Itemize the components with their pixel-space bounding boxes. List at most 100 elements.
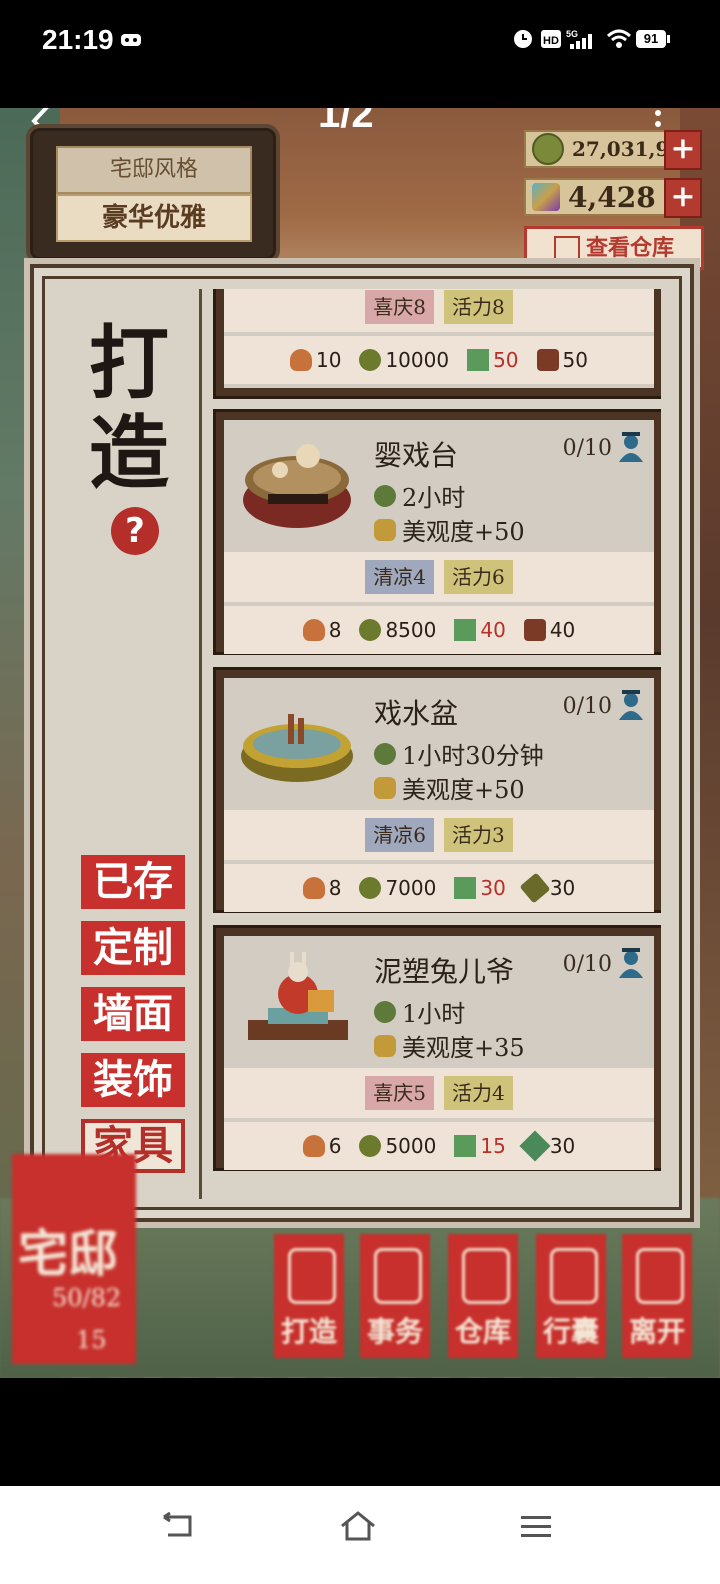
cost-coin-value: 7000 [385,876,437,900]
cost-worker: 8 [302,876,342,900]
cost-row: 8 8500 40 40 [224,606,654,654]
craft-button[interactable]: 打造 [274,1234,344,1358]
tag-vitality: 活力3 [444,818,513,852]
crafting-panel: 打 造 ? 已存 定制 墙面 装饰 家具 喜庆8 活力8 10 10000 50… [30,264,694,1222]
cost-coin: 7000 [359,876,436,900]
warehouse-button[interactable]: 仓库 [448,1234,518,1358]
cost-worker-value: 10 [316,348,342,372]
tab-custom[interactable]: 定制 [81,921,185,975]
cost-material: 30 [519,872,575,904]
cost-worker: 8 [302,618,341,642]
home-icon [341,1511,375,1541]
list-item-card[interactable]: 泥塑兔儿爷 0/10 1小时 美观度+35 喜庆5 活力4 6 5000 15 [213,925,661,1171]
beauty-icon [374,518,396,541]
status-time: 21:19 [42,24,114,55]
leave-label: 离开 [628,1315,685,1348]
nav-back-button[interactable] [158,1510,198,1550]
item-name: 戏水盆 [374,697,459,730]
estate-title: 宅邸 [18,1224,118,1283]
list-item-partial[interactable]: 喜庆8 活力8 10 10000 50 50 [213,289,661,399]
blueprint-icon [454,877,477,899]
cost-row: 6 5000 15 30 [224,1122,654,1170]
cost-coin: 8500 [359,618,436,642]
clock-icon [374,1000,396,1023]
worker-assign-icon[interactable] [616,430,646,464]
game-controller-icon [120,28,142,50]
tag-vitality: 活力6 [444,560,513,594]
tags-row: 清凉6 活力3 [224,810,654,860]
craft-time-value: 1小时 [402,1000,466,1028]
craft-time-value: 1小时30分钟 [402,742,544,770]
alarm-icon [512,28,534,50]
coin-icon [359,1135,382,1157]
help-button[interactable]: ? [111,507,159,555]
tab-wall[interactable]: 墙面 [81,987,185,1041]
leave-button[interactable]: 离开 [622,1234,692,1358]
item-count: 0/10 [562,952,612,977]
panel-title-char-2: 造 [89,406,169,500]
tag-joy: 喜庆8 [365,290,434,324]
worker-icon [302,1135,325,1157]
worker-assign-icon[interactable] [616,946,646,980]
cost-worker-value: 8 [328,876,342,900]
cost-coin-value: 8500 [385,618,437,642]
category-sidebar: 打 造 ? 已存 定制 墙面 装饰 家具 [59,289,202,1199]
list-item-card[interactable]: 婴戏台 0/10 2小时 美观度+50 清凉4 活力6 8 8500 40 40 [213,409,661,655]
beauty-value: 美观度+50 [402,776,525,804]
cost-blueprint-value: 40 [480,618,506,642]
estate-style-sign: 宅邸风格 豪华优雅 [26,124,280,264]
gem-counter: 4,428 + [524,178,702,218]
cost-coin-value: 10000 [385,348,450,372]
nav-menu-button[interactable] [516,1510,556,1550]
beauty-icon [374,776,396,799]
clock-icon [374,484,396,507]
coin-icon [532,133,564,165]
tag-vitality: 活力8 [444,290,513,324]
beauty-icon [374,1034,396,1057]
affairs-label: 事务 [366,1315,423,1348]
add-gems-button[interactable]: + [664,178,702,218]
worker-icon [302,877,325,899]
item-name: 婴戏台 [374,439,459,472]
clock-icon [374,742,396,765]
estate-badge[interactable]: 宅邸 50/82 15 [12,1154,136,1364]
cost-blueprint: 50 [467,348,519,372]
nav-home-button[interactable] [338,1510,378,1550]
item-list[interactable]: 喜庆8 活力8 10 10000 50 50 婴戏台 0/10 2小时 美观度+… [207,289,661,1199]
blueprint-icon [467,349,490,371]
add-coins-button[interactable]: + [664,130,702,170]
craft-time: 1小时 [374,994,465,1029]
item-count: 0/10 [562,694,612,719]
cost-wood-value: 50 [562,348,588,372]
tab-decoration[interactable]: 装饰 [81,1053,185,1107]
cost-worker: 10 [290,348,341,372]
cost-blueprint-value: 50 [493,348,519,372]
beauty-value: 美观度+35 [402,1034,525,1062]
wood-logs-icon [536,349,559,371]
list-item-card[interactable]: 戏水盆 0/10 1小时30分钟 美观度+50 清凉6 活力3 8 7000 3… [213,667,661,913]
craft-icon [288,1248,336,1304]
battery-icon: 91 [636,28,670,50]
cost-material: 40 [523,618,575,642]
beauty-stat: 美观度+50 [374,770,525,805]
tab-saved[interactable]: 已存 [81,855,185,909]
warehouse-icon [462,1248,510,1304]
worker-assign-icon[interactable] [616,688,646,722]
warehouse-label: 仓库 [454,1315,511,1348]
more-vertical-icon [655,110,661,127]
bag-button[interactable]: 行囊 [536,1234,606,1358]
blueprint-icon [454,1135,477,1157]
cost-blueprint: 15 [454,1134,506,1158]
bag-icon [550,1248,598,1304]
cost-coin: 10000 [359,348,449,372]
hd-icon: HD [540,28,562,50]
svg-text:HD: HD [543,35,559,47]
craft-time: 2小时 [374,478,465,513]
affairs-button[interactable]: 事务 [360,1234,430,1358]
cost-coin: 5000 [359,1134,436,1158]
bamboo-tube-icon [519,872,551,904]
style-value: 豪华优雅 [56,194,252,242]
worker-icon [302,619,325,641]
tags-row: 喜庆5 活力4 [224,1068,654,1118]
gem-amount: 4,428 [568,180,656,214]
